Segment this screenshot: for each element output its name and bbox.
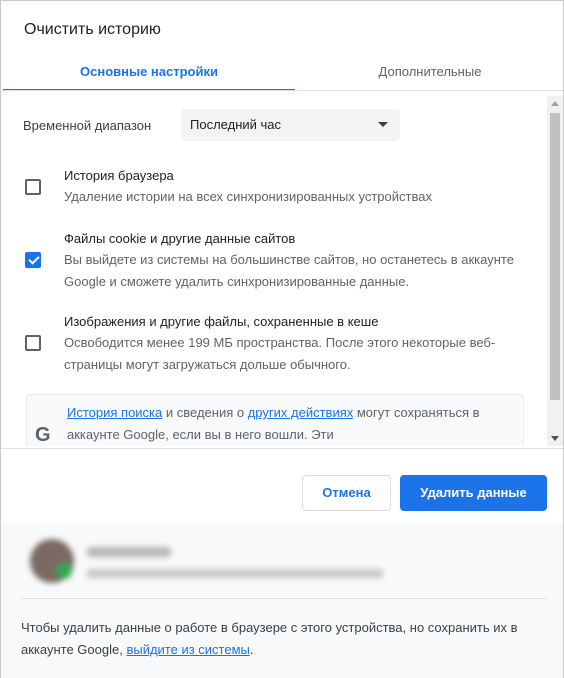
option-title: Файлы cookie и другие данные сайтов bbox=[64, 231, 296, 246]
scroll-up-icon[interactable] bbox=[551, 101, 559, 106]
notice-text: История поиска и сведения о других дейст… bbox=[67, 402, 517, 446]
checkbox-cookies[interactable] bbox=[25, 252, 41, 268]
signout-link[interactable]: выйдите из системы bbox=[126, 642, 249, 657]
google-account-notice: G История поиска и сведения о других дей… bbox=[26, 394, 524, 446]
tab-advanced-settings[interactable]: Дополнительные bbox=[297, 55, 563, 91]
time-range-value: Последний час bbox=[190, 117, 282, 132]
scrollbar-thumb[interactable] bbox=[550, 113, 560, 400]
checkbox-cached-files[interactable] bbox=[25, 335, 41, 351]
search-history-link[interactable]: История поиска bbox=[67, 405, 162, 420]
delete-data-button[interactable]: Удалить данные bbox=[400, 475, 547, 511]
clear-history-dialog: Очистить историю Основные настройки Допо… bbox=[0, 0, 564, 678]
other-activity-link[interactable]: других действиях bbox=[248, 405, 354, 420]
settings-content[interactable]: Временной диапазон Последний час История… bbox=[1, 96, 547, 446]
option-title: Изображения и другие файлы, сохраненные … bbox=[64, 314, 379, 329]
scroll-down-icon[interactable] bbox=[551, 436, 559, 441]
tab-bar: Основные настройки Дополнительные bbox=[1, 55, 563, 91]
footer-text-before: Чтобы удалить данные о работе в браузере… bbox=[21, 620, 518, 657]
footer-text-after: . bbox=[249, 642, 254, 657]
account-footer: Чтобы удалить данные о работе в браузере… bbox=[1, 523, 563, 678]
account-email-blurred bbox=[87, 569, 383, 578]
content-scrollbar[interactable] bbox=[547, 96, 563, 446]
tabs-divider bbox=[1, 90, 563, 91]
option-description: Удаление истории на всех синхронизирован… bbox=[64, 189, 432, 204]
footer-text: Чтобы удалить данные о работе в браузере… bbox=[21, 617, 551, 661]
footer-divider bbox=[21, 598, 547, 599]
time-range-label: Временной диапазон bbox=[23, 118, 152, 133]
notice-text-mid: и сведения о bbox=[162, 405, 248, 420]
option-title: История браузера bbox=[64, 168, 174, 183]
account-name-blurred bbox=[87, 547, 171, 557]
option-description: Освободится менее 199 МБ пространства. П… bbox=[64, 335, 496, 372]
option-description: Вы выйдете из системы на большинстве сай… bbox=[64, 252, 514, 289]
content-divider bbox=[1, 448, 563, 449]
cancel-button[interactable]: Отмена bbox=[302, 475, 391, 511]
caret-down-icon bbox=[378, 122, 388, 127]
checkbox-browser-history[interactable] bbox=[25, 179, 41, 195]
google-logo-icon: G bbox=[35, 424, 51, 446]
tab-basic-settings[interactable]: Основные настройки bbox=[1, 55, 297, 91]
avatar bbox=[30, 539, 74, 583]
time-range-select[interactable]: Последний час bbox=[181, 109, 400, 141]
dialog-title: Очистить историю bbox=[24, 21, 161, 38]
